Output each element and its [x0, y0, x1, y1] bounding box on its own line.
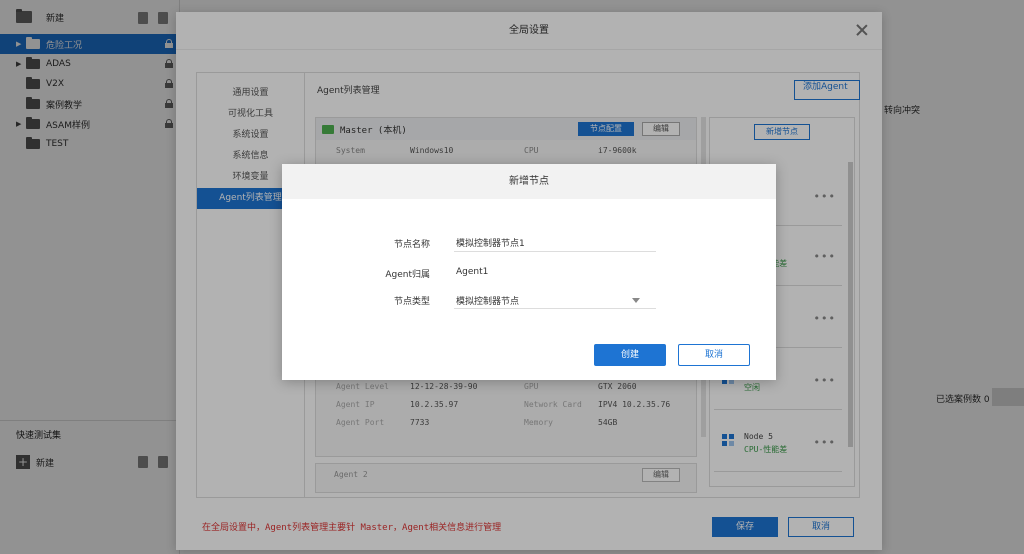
cancel-button[interactable]: 取消 [678, 344, 750, 366]
create-button[interactable]: 创建 [594, 344, 666, 366]
new-node-modal: 新增节点 节点名称 Agent归属 Agent1 节点类型 模拟控制器节点 创建… [282, 164, 776, 380]
caret-down-icon [632, 298, 640, 303]
agent-label: Agent归属 [385, 270, 430, 280]
agent-value: Agent1 [456, 267, 489, 277]
modal-title: 新增节点 [282, 164, 776, 199]
node-name-label: 节点名称 [393, 240, 430, 250]
agent-row: Agent归属 Agent1 [282, 264, 776, 284]
node-type-row: 节点类型 模拟控制器节点 [282, 291, 776, 311]
node-type-label: 节点类型 [393, 297, 430, 307]
node-name-row: 节点名称 [282, 234, 776, 254]
node-type-value: 模拟控制器节点 [456, 297, 520, 307]
node-type-select[interactable]: 模拟控制器节点 [454, 291, 656, 309]
node-name-input[interactable] [454, 234, 656, 252]
